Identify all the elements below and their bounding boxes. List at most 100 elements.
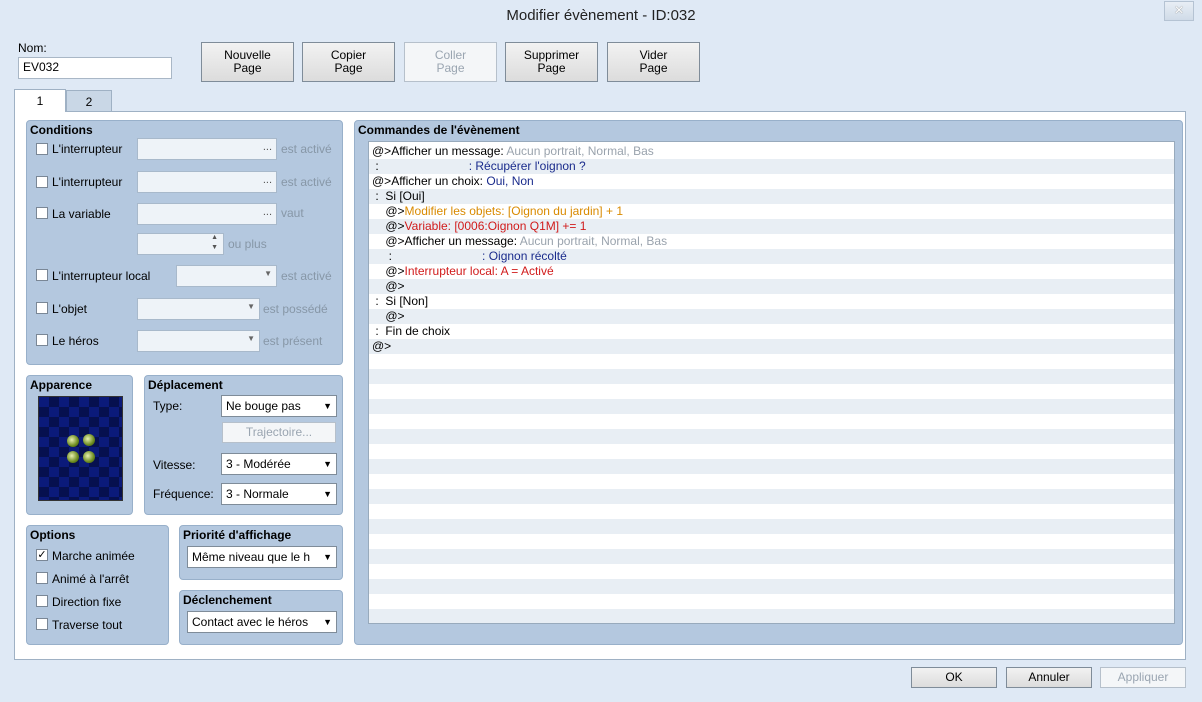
ok-button[interactable]: OK (911, 667, 997, 688)
variable-label: La variable (52, 207, 111, 221)
command-row[interactable]: : Fin de choix (369, 324, 1174, 339)
chevron-down-icon: ▼ (323, 489, 332, 499)
move-type-select[interactable]: Ne bouge pas ▼ (221, 395, 337, 417)
tab-page-1[interactable]: 1 (14, 89, 66, 112)
move-route-button[interactable]: Trajectoire... (222, 422, 336, 443)
command-detail: Modifier les objets: [Oignon du jardin] … (404, 204, 623, 218)
priority-select[interactable]: Même niveau que le h ▼ (187, 546, 337, 568)
item-checkbox[interactable] (36, 302, 48, 314)
command-row[interactable]: @> (369, 279, 1174, 294)
command-row[interactable] (369, 549, 1174, 564)
command-row[interactable] (369, 459, 1174, 474)
conditions-title: Conditions (30, 123, 93, 137)
tab-page-2[interactable]: 2 (66, 90, 112, 112)
command-detail: : Récupérer l'oignon ? (468, 159, 586, 173)
stepping-anim-checkbox[interactable] (36, 572, 48, 584)
command-row[interactable] (369, 534, 1174, 549)
command-list[interactable]: @>Afficher un message: Aucun portrait, N… (368, 141, 1175, 624)
close-icon: × (1174, 2, 1184, 19)
command-prefix: @> (372, 339, 392, 353)
command-row[interactable] (369, 564, 1174, 579)
copy-page-button[interactable]: Copier Page (302, 42, 395, 82)
command-row[interactable]: : Si [Oui] (369, 189, 1174, 204)
command-prefix: @> (372, 279, 405, 293)
command-row[interactable]: : : Oignon récolté (369, 249, 1174, 264)
command-row[interactable] (369, 489, 1174, 504)
hero-checkbox[interactable] (36, 334, 48, 346)
command-row[interactable]: @> (369, 339, 1174, 354)
onion-sprite-part (67, 435, 79, 447)
clear-page-button[interactable]: Vider Page (607, 42, 700, 82)
command-row[interactable]: @>Afficher un message: Aucun portrait, N… (369, 144, 1174, 159)
switch2-selector[interactable]: ... (137, 171, 277, 193)
command-row[interactable]: @>Afficher un choix: Oui, Non (369, 174, 1174, 189)
command-row[interactable]: @> (369, 309, 1174, 324)
variable-checkbox[interactable] (36, 207, 48, 219)
cancel-button[interactable]: Annuler (1006, 667, 1092, 688)
command-row[interactable] (369, 444, 1174, 459)
window-title-bar: Modifier évènement - ID:032 (0, 0, 1202, 32)
command-row[interactable]: @>Afficher un message: Aucun portrait, N… (369, 234, 1174, 249)
trigger-title: Déclenchement (183, 593, 272, 607)
command-prefix: : (372, 159, 469, 173)
chevron-down-icon: ▼ (247, 302, 255, 311)
direction-fix-checkbox[interactable] (36, 595, 48, 607)
variable-value-stepper[interactable]: ▲ ▼ (137, 233, 224, 255)
switch1-checkbox[interactable] (36, 143, 48, 155)
ellipsis-icon: ... (262, 174, 272, 186)
name-input[interactable]: EV032 (18, 57, 172, 79)
variable-selector[interactable]: ... (137, 203, 277, 225)
onion-sprite-icon (65, 433, 99, 465)
walking-anim-checkbox[interactable]: ✓ (36, 549, 48, 561)
self-switch-suffix: est activé (281, 269, 332, 283)
move-speed-select[interactable]: 3 - Modérée ▼ (221, 453, 337, 475)
command-row[interactable]: @>Modifier les objets: [Oignon du jardin… (369, 204, 1174, 219)
command-prefix: @>Afficher un message: (372, 234, 520, 248)
hero-select[interactable]: ▼ (137, 330, 260, 352)
move-frequency-value: 3 - Normale (226, 487, 289, 501)
command-row[interactable]: : Si [Non] (369, 294, 1174, 309)
command-row[interactable] (369, 384, 1174, 399)
command-row[interactable] (369, 474, 1174, 489)
move-speed-label: Vitesse: (153, 458, 196, 472)
window-title: Modifier évènement - ID:032 (506, 7, 696, 24)
apply-button[interactable]: Appliquer (1100, 667, 1186, 688)
command-row[interactable] (369, 519, 1174, 534)
item-select[interactable]: ▼ (137, 298, 260, 320)
new-page-button[interactable]: Nouvelle Page (201, 42, 294, 82)
switch2-checkbox[interactable] (36, 176, 48, 188)
delete-page-button[interactable]: Supprimer Page (505, 42, 598, 82)
close-button[interactable]: × (1164, 1, 1194, 21)
self-switch-select[interactable]: ▼ (176, 265, 277, 287)
trigger-select[interactable]: Contact avec le héros ▼ (187, 611, 337, 633)
move-frequency-select[interactable]: 3 - Normale ▼ (221, 483, 337, 505)
through-checkbox[interactable] (36, 618, 48, 630)
command-row[interactable] (369, 414, 1174, 429)
command-row[interactable]: : : Récupérer l'oignon ? (369, 159, 1174, 174)
command-row[interactable]: @>Interrupteur local: A = Activé (369, 264, 1174, 279)
command-prefix: @> (372, 219, 405, 233)
command-row[interactable] (369, 594, 1174, 609)
command-prefix: : (372, 249, 483, 263)
command-row[interactable] (369, 504, 1174, 519)
command-row[interactable] (369, 429, 1174, 444)
command-detail: Interrupteur local: A = Activé (404, 264, 554, 278)
move-type-value: Ne bouge pas (226, 399, 301, 413)
command-row[interactable] (369, 354, 1174, 369)
command-row[interactable] (369, 369, 1174, 384)
onion-sprite-part (83, 434, 95, 446)
command-row[interactable] (369, 399, 1174, 414)
move-frequency-label: Fréquence: (153, 487, 214, 501)
switch1-selector[interactable]: ... (137, 138, 277, 160)
event-graphic[interactable] (38, 396, 123, 501)
switch2-suffix: est activé (281, 175, 332, 189)
chevron-down-icon: ▼ (323, 459, 332, 469)
variable-suffix: vaut (281, 206, 304, 220)
direction-fix-label: Direction fixe (52, 595, 122, 609)
command-row[interactable] (369, 609, 1174, 623)
command-row[interactable]: @>Variable: [0006:Oignon Q1M] += 1 (369, 219, 1174, 234)
self-switch-checkbox[interactable] (36, 269, 48, 281)
paste-page-button[interactable]: Coller Page (404, 42, 497, 82)
command-prefix: @> (372, 264, 405, 278)
command-row[interactable] (369, 579, 1174, 594)
